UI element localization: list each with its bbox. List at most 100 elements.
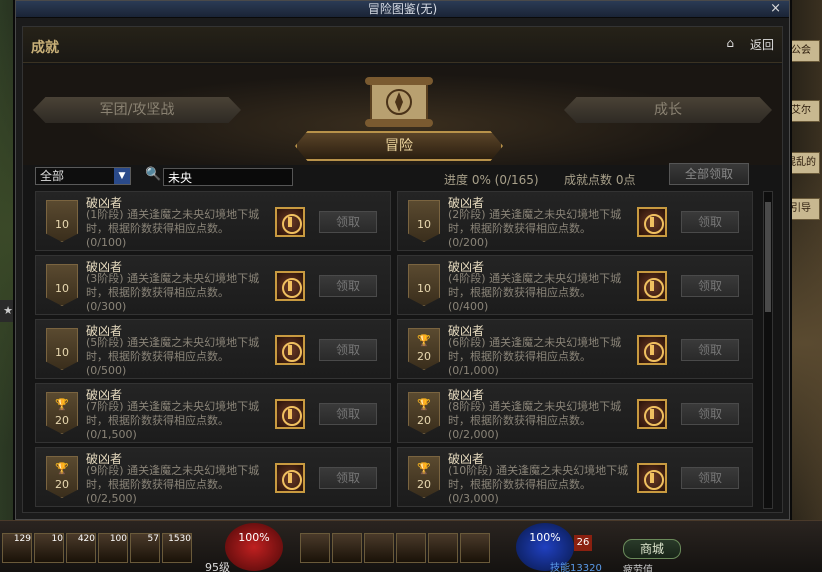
fatigue-label: 疲劳值	[623, 565, 653, 572]
achievement-progress: (0/100)	[86, 236, 127, 249]
reward-icon[interactable]	[637, 463, 667, 493]
achievement-description: (5阶段) 通关逢魔之未央幻境地下城时，根据阶数获得相应点数。	[86, 336, 260, 363]
points-badge: 10	[46, 264, 78, 306]
points-badge: 🏆 20	[408, 328, 440, 370]
achievement-progress: (0/300)	[86, 300, 127, 313]
trophy-icon: 🏆	[417, 334, 431, 347]
claim-button[interactable]: 领取	[681, 467, 739, 489]
skill-slot[interactable]	[364, 533, 394, 563]
achievement-progress: (0/1,500)	[86, 428, 137, 441]
points-badge: 🏆 20	[46, 456, 78, 498]
panel-header: 成就 ⌂ 返回	[23, 27, 782, 63]
reward-icon[interactable]	[275, 463, 305, 493]
search-input[interactable]	[163, 168, 293, 186]
window-titlebar[interactable]: 冒险图鉴(无) ×	[16, 1, 789, 18]
skill-slot[interactable]	[460, 533, 490, 563]
badge-points: 10	[55, 218, 69, 231]
hp-orb: 100%	[225, 523, 283, 571]
achievement-description: (2阶段) 通关逢魔之未央幻境地下城时，根据阶数获得相应点数。	[448, 208, 622, 235]
badge-points: 20	[417, 478, 431, 491]
tab-adventure[interactable]: 冒险	[295, 131, 503, 161]
reward-icon[interactable]	[275, 399, 305, 429]
badge-points: 20	[417, 350, 431, 363]
achievement-progress: (0/2,500)	[86, 492, 137, 505]
claim-all-button[interactable]: 全部领取	[669, 163, 749, 185]
hud-item-slot[interactable]: 57	[130, 533, 160, 563]
tab-legion-raid[interactable]: 军团/攻坚战	[33, 97, 241, 123]
progress-text: 进度 0% (0/165)	[444, 173, 539, 187]
achievement-card: 10 破凶者 (2阶段) 通关逢魔之未央幻境地下城时，根据阶数获得相应点数。 (0/2…	[397, 191, 753, 251]
claim-button[interactable]: 领取	[319, 467, 377, 489]
badge-points: 10	[417, 218, 431, 231]
claim-button[interactable]: 领取	[319, 403, 377, 425]
home-icon[interactable]: ⌂	[726, 36, 734, 50]
badge-points: 20	[55, 478, 69, 491]
achievement-description: (9阶段) 通关逢魔之未央幻境地下城时，根据阶数获得相应点数。	[86, 464, 260, 491]
achievement-card: 🏆 20 破凶者 (8阶段) 通关逢魔之未央幻境地下城时，根据阶数获得相应点数。 (0/…	[397, 383, 753, 443]
claim-button[interactable]: 领取	[681, 211, 739, 233]
bottom-hud: 129 10 420 100 57 1530 100% 95级 100% 技能1…	[0, 520, 822, 572]
hud-item-slot[interactable]: 100	[98, 533, 128, 563]
shop-button[interactable]: 商城	[623, 539, 681, 559]
notification-count[interactable]: 26	[574, 535, 592, 551]
trophy-icon: 🏆	[55, 398, 69, 411]
badge-points: 10	[417, 282, 431, 295]
search-icon: 🔍	[145, 167, 162, 182]
reward-icon[interactable]	[637, 271, 667, 301]
achievement-card: 10 破凶者 (4阶段) 通关逢魔之未央幻境地下城时，根据阶数获得相应点数。 (0/4…	[397, 255, 753, 315]
claim-button[interactable]: 领取	[681, 339, 739, 361]
achievement-card: 🏆 20 破凶者 (7阶段) 通关逢魔之未央幻境地下城时，根据阶数获得相应点数。 (0/…	[35, 383, 391, 443]
close-icon[interactable]: ×	[770, 1, 781, 17]
chevron-down-icon[interactable]: ▼	[114, 168, 130, 184]
reward-icon[interactable]	[637, 335, 667, 365]
points-badge: 🏆 20	[408, 456, 440, 498]
achievement-progress: (0/500)	[86, 364, 127, 377]
reward-icon[interactable]	[637, 207, 667, 237]
achievement-description: (1阶段) 通关逢魔之未央幻境地下城时，根据阶数获得相应点数。	[86, 208, 260, 235]
points-badge: 10	[408, 264, 440, 306]
hud-item-slot[interactable]: 420	[66, 533, 96, 563]
scrollbar-thumb[interactable]	[765, 202, 771, 312]
points-badge: 10	[46, 328, 78, 370]
claim-button[interactable]: 领取	[319, 211, 377, 233]
achievement-panel: 成就 ⌂ 返回 ↺ 返回 军团/攻坚战 冒险 成长 全部 ▼ 🔍 进度 0% (…	[22, 26, 783, 513]
claim-button[interactable]: 领取	[681, 403, 739, 425]
list-scrollbar[interactable]	[763, 191, 773, 509]
badge-points: 20	[55, 414, 69, 427]
hud-item-slot[interactable]: 10	[34, 533, 64, 563]
reward-icon[interactable]	[275, 271, 305, 301]
skill-slot[interactable]	[300, 533, 330, 563]
scroll-emblem-icon	[365, 77, 433, 127]
badge-points: 10	[55, 346, 69, 359]
skill-slot[interactable]	[396, 533, 426, 563]
achievement-card: 10 破凶者 (5阶段) 通关逢魔之未央幻境地下城时，根据阶数获得相应点数。 (0/5…	[35, 319, 391, 379]
achievement-description: (8阶段) 通关逢魔之未央幻境地下城时，根据阶数获得相应点数。	[448, 400, 622, 427]
points-badge: 🏆 20	[408, 392, 440, 434]
claim-button[interactable]: 领取	[319, 339, 377, 361]
skill-slot[interactable]	[332, 533, 362, 563]
badge-points: 20	[417, 414, 431, 427]
achievement-progress: (0/1,000)	[448, 364, 499, 377]
reward-icon[interactable]	[275, 335, 305, 365]
achievement-progress: (0/400)	[448, 300, 489, 313]
trophy-icon: 🏆	[417, 462, 431, 475]
hud-item-slot[interactable]: 129	[2, 533, 32, 563]
claim-button[interactable]: 领取	[319, 275, 377, 297]
back-button[interactable]: 返回	[750, 36, 774, 53]
achievement-progress: (0/200)	[448, 236, 489, 249]
tab-growth[interactable]: 成长	[564, 97, 772, 123]
points-badge: 10	[46, 200, 78, 242]
reward-icon[interactable]	[637, 399, 667, 429]
adventure-codex-window: 冒险图鉴(无) × 成就 ⌂ 返回 ↺ 返回 军团/攻坚战 冒险 成长 全部 ▼…	[15, 0, 790, 520]
achievement-card: 10 破凶者 (3阶段) 通关逢魔之未央幻境地下城时，根据阶数获得相应点数。 (0/3…	[35, 255, 391, 315]
reward-icon[interactable]	[275, 207, 305, 237]
category-dropdown[interactable]: 全部 ▼	[35, 167, 131, 185]
claim-button[interactable]: 领取	[681, 275, 739, 297]
skill-slot[interactable]	[428, 533, 458, 563]
hud-item-slot[interactable]: 1530	[162, 533, 192, 563]
achievement-description: (3阶段) 通关逢魔之未央幻境地下城时，根据阶数获得相应点数。	[86, 272, 260, 299]
trophy-icon: 🏆	[55, 462, 69, 475]
left-edge-chip: ★	[0, 300, 16, 322]
achievement-progress: (0/2,000)	[448, 428, 499, 441]
badge-points: 10	[55, 282, 69, 295]
